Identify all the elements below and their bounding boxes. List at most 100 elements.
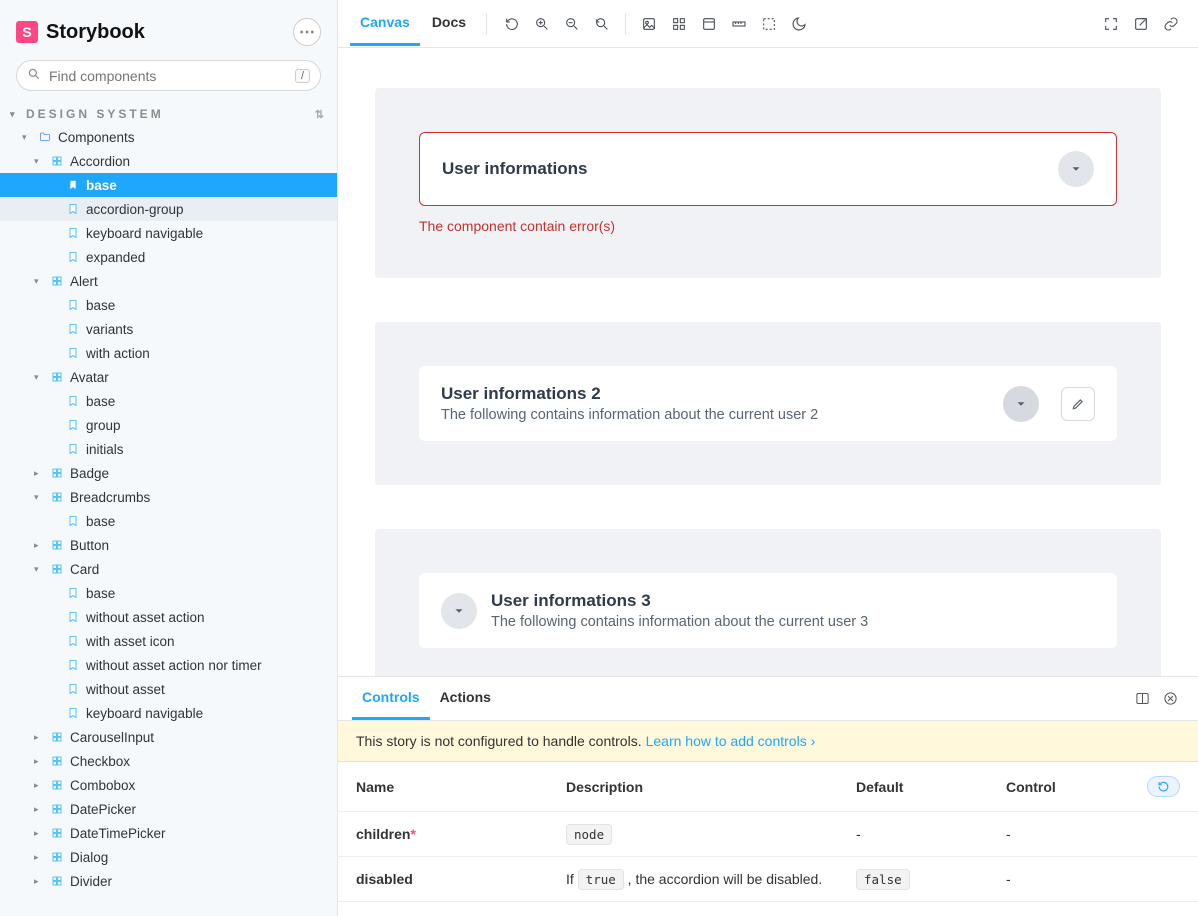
tree-item[interactable]: ▾Alert <box>0 269 337 293</box>
tree[interactable]: ▾Components▾Accordionbaseaccordion-group… <box>0 125 337 916</box>
story-item[interactable]: keyboard navigable <box>0 221 337 245</box>
tree-item[interactable]: ▸CarouselInput <box>0 725 337 749</box>
story-item[interactable]: accordion-group <box>0 197 337 221</box>
tree-item[interactable]: ▸Checkbox <box>0 749 337 773</box>
caret-icon: ▾ <box>34 156 44 167</box>
prop-name: children* <box>356 826 566 842</box>
tab-docs[interactable]: Docs <box>422 2 476 46</box>
comp-icon <box>50 875 64 887</box>
story-item[interactable]: initials <box>0 437 337 461</box>
comp-icon <box>50 371 64 383</box>
theme-icon[interactable] <box>784 9 814 39</box>
story-item[interactable]: variants <box>0 317 337 341</box>
zoom-reset-icon[interactable] <box>587 9 617 39</box>
zoom-in-icon[interactable] <box>527 9 557 39</box>
grid-icon[interactable] <box>664 9 694 39</box>
story-item[interactable]: base <box>0 581 337 605</box>
story-item[interactable]: without asset <box>0 677 337 701</box>
dock-icon[interactable] <box>694 9 724 39</box>
tree-item[interactable]: ▸ Button <box>0 533 337 557</box>
link-icon[interactable] <box>1156 9 1186 39</box>
caret-icon: ▸ <box>34 732 44 743</box>
caret-icon: ▸ <box>34 828 44 839</box>
tree-label: accordion-group <box>86 202 184 217</box>
story-item[interactable]: base <box>0 389 337 413</box>
tree-item[interactable]: ▸Dialog <box>0 845 337 869</box>
ruler-icon[interactable] <box>724 9 754 39</box>
story-item[interactable]: with action <box>0 341 337 365</box>
story-item[interactable]: without asset action nor timer <box>0 653 337 677</box>
tree-label: Checkbox <box>70 754 130 769</box>
refresh-icon[interactable] <box>497 9 527 39</box>
tree-item[interactable]: ▸Combobox <box>0 773 337 797</box>
tree-item[interactable]: ▾Accordion <box>0 149 337 173</box>
outline-icon[interactable] <box>754 9 784 39</box>
open-new-icon[interactable] <box>1126 9 1156 39</box>
tree-label: Badge <box>70 466 109 481</box>
sidebar-menu-button[interactable]: ⋯ <box>293 18 321 46</box>
tree-item[interactable]: ▾Breadcrumbs <box>0 485 337 509</box>
caret-icon: ▸ <box>34 852 44 863</box>
search-input-wrap[interactable]: / <box>16 60 321 91</box>
tree-item[interactable]: ▸Badge <box>0 461 337 485</box>
canvas-card-3: User informations 3 The following contai… <box>375 529 1161 676</box>
story-icon <box>66 515 80 527</box>
tree-label: expanded <box>86 250 145 265</box>
story-item[interactable]: without asset action <box>0 605 337 629</box>
tree-label: DatePicker <box>70 802 136 817</box>
tree-label: Button <box>70 538 109 553</box>
story-item[interactable]: base <box>0 293 337 317</box>
accordion-item[interactable]: User informations 3 The following contai… <box>419 573 1117 648</box>
expand-button[interactable] <box>1058 151 1094 187</box>
tree-item[interactable]: ▸ DateTimePicker <box>0 821 337 845</box>
caret-icon: ▾ <box>34 492 44 503</box>
tab-controls[interactable]: Controls <box>352 678 430 720</box>
comp-icon <box>50 539 64 551</box>
tab-actions[interactable]: Actions <box>430 678 501 720</box>
tree-label: Divider <box>70 874 112 889</box>
edit-button[interactable] <box>1061 387 1095 421</box>
tree-item[interactable]: ▸Divider <box>0 869 337 893</box>
toolbar: Canvas Docs <box>338 0 1198 48</box>
tree-label: base <box>86 298 115 313</box>
story-icon <box>66 203 80 215</box>
accordion-item[interactable]: User informations 2 The following contai… <box>419 366 1117 441</box>
section-title[interactable]: ▾ DESIGN SYSTEM ⇅ <box>0 103 337 125</box>
story-item[interactable]: keyboard navigable <box>0 701 337 725</box>
tree-item[interactable]: ▾Avatar <box>0 365 337 389</box>
background-icon[interactable] <box>634 9 664 39</box>
story-item[interactable]: group <box>0 413 337 437</box>
tree-item[interactable]: ▾Components <box>0 125 337 149</box>
story-icon <box>66 611 80 623</box>
zoom-out-icon[interactable] <box>557 9 587 39</box>
tree-label: DateTimePicker <box>70 826 166 841</box>
notice-link[interactable]: Learn how to add controls › <box>646 733 816 749</box>
fullscreen-icon[interactable] <box>1096 9 1126 39</box>
close-panel-icon[interactable] <box>1156 685 1184 713</box>
caret-icon: ▾ <box>34 276 44 287</box>
tree-label: Components <box>58 130 135 145</box>
panel-layout-icon[interactable] <box>1128 685 1156 713</box>
tab-canvas[interactable]: Canvas <box>350 2 420 46</box>
main: Canvas Docs User informations The compon… <box>338 0 1198 916</box>
story-icon <box>66 323 80 335</box>
tree-label: without asset <box>86 682 165 697</box>
accordion-error[interactable]: User informations <box>419 132 1117 206</box>
comp-icon <box>50 827 64 839</box>
story-item[interactable]: base <box>0 509 337 533</box>
story-item[interactable]: base <box>0 173 337 197</box>
tree-item[interactable]: ▾Card <box>0 557 337 581</box>
tree-item[interactable]: ▸ DatePicker <box>0 797 337 821</box>
caret-icon: ▸ <box>34 540 44 551</box>
search-input[interactable] <box>49 68 287 84</box>
story-icon <box>66 443 80 455</box>
reset-controls-button[interactable] <box>1147 776 1180 797</box>
tree-label: base <box>86 514 115 529</box>
expand-button[interactable] <box>441 593 477 629</box>
story-item[interactable]: expanded <box>0 245 337 269</box>
story-item[interactable]: with asset icon <box>0 629 337 653</box>
addon-tabs: Controls Actions <box>338 677 1198 721</box>
caret-icon: ▸ <box>34 804 44 815</box>
expand-button[interactable] <box>1003 386 1039 422</box>
sort-icon[interactable]: ⇅ <box>315 108 327 121</box>
